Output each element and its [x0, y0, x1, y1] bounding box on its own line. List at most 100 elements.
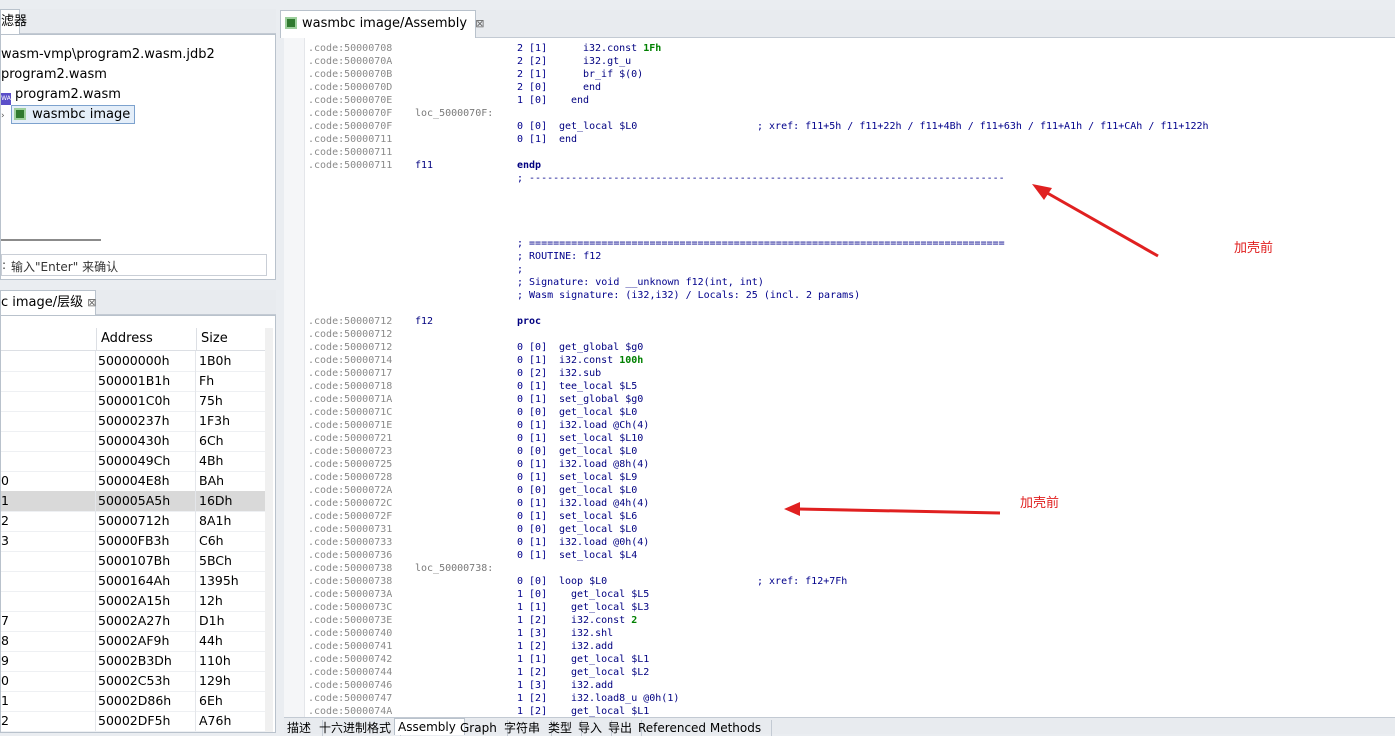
line-instruction: get_local $L0 — [559, 484, 637, 497]
bottom-tab-1[interactable]: 十六进制格式 — [316, 720, 401, 736]
instruction-text: set_local $L9 — [559, 472, 638, 483]
line-stack-depth: 0 [0] — [517, 485, 548, 496]
vertical-scrollbar[interactable] — [265, 328, 273, 732]
chip-icon — [285, 17, 297, 29]
instruction-text: loop $L0 — [559, 576, 608, 587]
tree-item-program2-wasm-file[interactable]: WA program2.wasm — [1, 85, 121, 105]
table-row[interactable]: 50000237h 1F3h — [1, 411, 265, 432]
line-address: .code:50000712 — [308, 329, 393, 340]
line-instruction: end — [559, 133, 577, 146]
column-divider — [195, 551, 196, 571]
panel-splitter[interactable] — [277, 0, 282, 733]
line-stack-depth: 0 [1] — [517, 498, 548, 509]
table-row[interactable]: 7 50002A27h D1h — [1, 611, 265, 632]
row-size: 5BCh — [199, 553, 232, 568]
instruction-text: i32.add — [571, 641, 614, 652]
line-instruction: get_local $L2 — [571, 666, 649, 679]
tree-item-program2-wasm[interactable]: program2.wasm — [1, 65, 107, 85]
table-row[interactable]: 2 50002DF5h A76h — [1, 711, 265, 732]
line-address: .code:50000746 — [308, 680, 393, 691]
line-address: .code:5000072F — [308, 511, 393, 522]
close-icon[interactable]: ⊠ — [87, 296, 96, 309]
tree-item-jdb2[interactable]: wasm-vmp\program2.wasm.jdb2 — [1, 45, 215, 65]
line-instruction: get_local $L5 — [571, 588, 649, 601]
table-row[interactable]: 3 50000FB3h C6h — [1, 531, 265, 552]
table-row[interactable]: 5000164Ah 1395h — [1, 571, 265, 592]
editor-tab-assembly[interactable]: wasmbc image/Assembly ⊠ — [280, 10, 484, 38]
row-size: 129h — [199, 673, 231, 688]
line-stack-depth: 1 [1] — [517, 602, 548, 613]
column-header-size[interactable]: Size — [196, 328, 256, 350]
line-stack-depth: 2 [1] — [517, 43, 548, 54]
tree-item-selected-box: wasmbc image — [11, 105, 136, 124]
column-divider — [195, 491, 196, 511]
line-comment: ; Wasm signature: (i32,i32) / Locals: 25… — [517, 290, 861, 301]
table-row[interactable]: 0 500004E8h BAh — [1, 471, 265, 492]
table-row[interactable]: 5000107Bh 5BCh — [1, 551, 265, 572]
assembly-view[interactable]: .code:50000708 2 [1] i32.const 1Fh .code:50… — [284, 38, 1395, 717]
line-address: .code:50000731 — [308, 524, 393, 535]
instruction-text: set_local $L10 — [559, 433, 644, 444]
annotation-label-bottom: 加壳前 — [1020, 496, 1060, 511]
column-divider — [95, 671, 96, 691]
filter-input[interactable]: : 输入"Enter" 来确认 — [1, 254, 267, 276]
instruction-text: end — [559, 134, 578, 145]
table-row[interactable]: 500001C0h 75h — [1, 391, 265, 412]
hierarchy-panel-tab[interactable]: c image/层级 ⊠ — [0, 290, 97, 316]
table-row[interactable]: 8 50002AF9h 44h — [1, 631, 265, 652]
column-divider — [95, 531, 96, 551]
line-stack-depth: 0 [0] — [517, 576, 548, 587]
line-stack-depth: 1 [2] — [517, 706, 548, 717]
line-label: loc_50000738: — [415, 563, 494, 574]
line-stack-depth: 0 [0] — [517, 121, 548, 132]
column-header-address[interactable]: Address — [96, 328, 196, 350]
table-row[interactable]: 50000430h 6Ch — [1, 431, 265, 452]
line-address: .code:50000712 — [308, 316, 393, 327]
row-size: C6h — [199, 533, 224, 548]
line-address: .code:50000740 — [308, 628, 393, 639]
bottom-tab-8[interactable]: Referenced Methods — [635, 720, 772, 736]
line-address: .code:50000723 — [308, 446, 393, 457]
column-divider — [95, 391, 96, 411]
table-row[interactable]: 1 50002D86h 6Eh — [1, 691, 265, 712]
line-instruction: get_local $L1 — [571, 705, 649, 717]
line-stack-depth: 0 [0] — [517, 342, 548, 353]
line-instruction: br_if $(0) — [583, 68, 643, 81]
line-instruction: i32.add — [571, 679, 613, 692]
row-address: 50000FB3h — [98, 533, 170, 548]
project-panel-tab[interactable]: 滤器 — [0, 9, 27, 35]
instruction-text: get_local $L0 — [559, 407, 638, 418]
close-icon[interactable]: ⊠ — [475, 17, 484, 30]
line-xref: ; xref: f11+5h / f11+22h / f11+4Bh / f11… — [757, 121, 1209, 132]
table-row[interactable]: 5000049Ch 4Bh — [1, 451, 265, 472]
line-keyword: proc — [517, 316, 542, 327]
line-address: .code:50000747 — [308, 693, 393, 704]
instruction-text: i32.add — [571, 680, 614, 691]
tree-horizontal-scrollbar[interactable] — [1, 239, 101, 241]
line-label: loc_5000070F: — [415, 108, 494, 119]
table-row[interactable]: 2 50000712h 8A1h — [1, 511, 265, 532]
line-instruction: i32.const 2 — [571, 614, 637, 627]
table-row[interactable]: 50002A15h 12h — [1, 591, 265, 612]
column-divider — [95, 611, 96, 631]
row-address: 500004E8h — [98, 473, 170, 488]
row-size: A76h — [199, 713, 232, 728]
line-address: .code:50000725 — [308, 459, 393, 470]
table-row[interactable]: 1 500005A5h 16Dh — [1, 491, 265, 512]
table-row[interactable]: 500001B1h Fh — [1, 371, 265, 392]
line-address: .code:50000738 — [308, 576, 393, 587]
line-stack-depth: 1 [3] — [517, 628, 548, 639]
column-divider — [95, 491, 96, 511]
tree-item-wasmbc-image[interactable]: › wasmbc image — [1, 105, 136, 126]
instruction-text: end — [583, 82, 602, 93]
line-address: .code:50000708 — [308, 43, 393, 54]
line-comment: ; ======================================… — [517, 238, 1005, 249]
expand-arrow-icon[interactable]: › — [1, 106, 7, 126]
table-row[interactable]: 50000000h 1B0h — [1, 351, 265, 372]
instruction-text: get_local $L3 — [571, 602, 650, 613]
table-row[interactable]: 0 50002C53h 129h — [1, 671, 265, 692]
table-row[interactable]: 9 50002B3Dh 110h — [1, 651, 265, 672]
bottom-tab-2[interactable]: Assembly — [394, 718, 465, 735]
instruction-text: tee_local $L5 — [559, 381, 638, 392]
line-stack-depth: 2 [2] — [517, 56, 548, 67]
